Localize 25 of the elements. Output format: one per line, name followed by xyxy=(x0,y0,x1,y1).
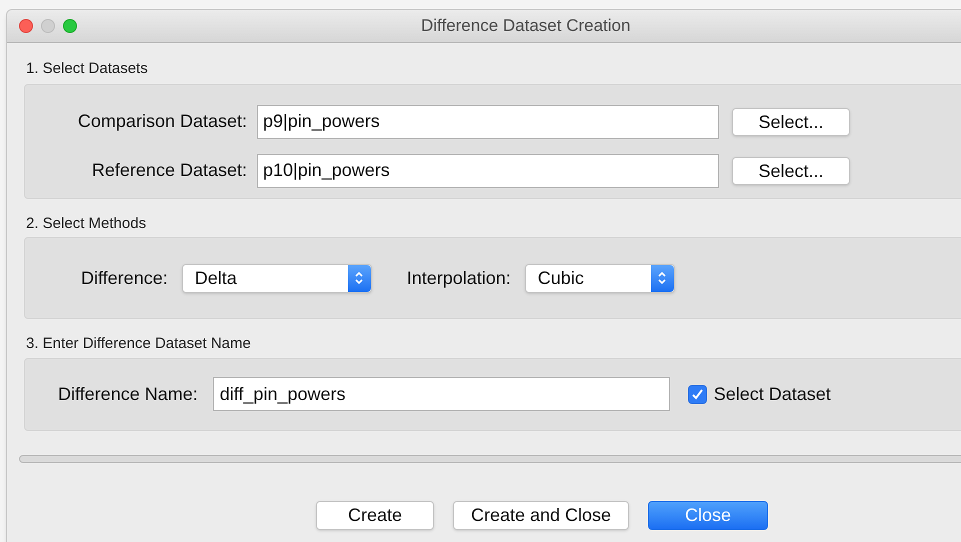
select-button[interactable]: Select... xyxy=(732,108,850,136)
chevron-updown-icon xyxy=(354,270,364,286)
field-label: Comparison Dataset: xyxy=(76,110,247,133)
dropdown[interactable]: Delta xyxy=(182,264,372,292)
dropdown[interactable]: Cubic xyxy=(524,264,675,292)
checkmark-icon xyxy=(690,388,704,400)
section-heading: 2. Select Methods xyxy=(25,214,148,234)
chevron-updown-icon xyxy=(657,270,668,286)
dialog-button[interactable]: Create xyxy=(316,500,434,530)
checkbox-label: Select Dataset xyxy=(714,382,831,406)
section-heading: 3. Enter Difference Dataset Name xyxy=(25,334,252,354)
name-field[interactable]: diff_pin_powers xyxy=(212,377,670,411)
dropdown-label: Difference: xyxy=(81,266,168,290)
select-button[interactable]: Select... xyxy=(732,156,850,184)
section-heading: 1. Select Datasets xyxy=(25,59,149,79)
zoom-window-icon[interactable] xyxy=(63,19,77,33)
checkbox[interactable] xyxy=(688,384,707,404)
field-label: Reference Dataset: xyxy=(90,159,247,182)
dialog-button[interactable]: Create and Close xyxy=(453,500,629,530)
dataset-field[interactable]: p9|pin_powers xyxy=(257,104,719,138)
field-label: Difference Name: xyxy=(58,382,198,406)
window-title: Difference Dataset Creation xyxy=(421,15,630,38)
close-window-icon[interactable] xyxy=(19,19,33,33)
dataset-field[interactable]: p10|pin_powers xyxy=(257,154,719,188)
dropdown-label: Interpolation: xyxy=(406,266,511,290)
